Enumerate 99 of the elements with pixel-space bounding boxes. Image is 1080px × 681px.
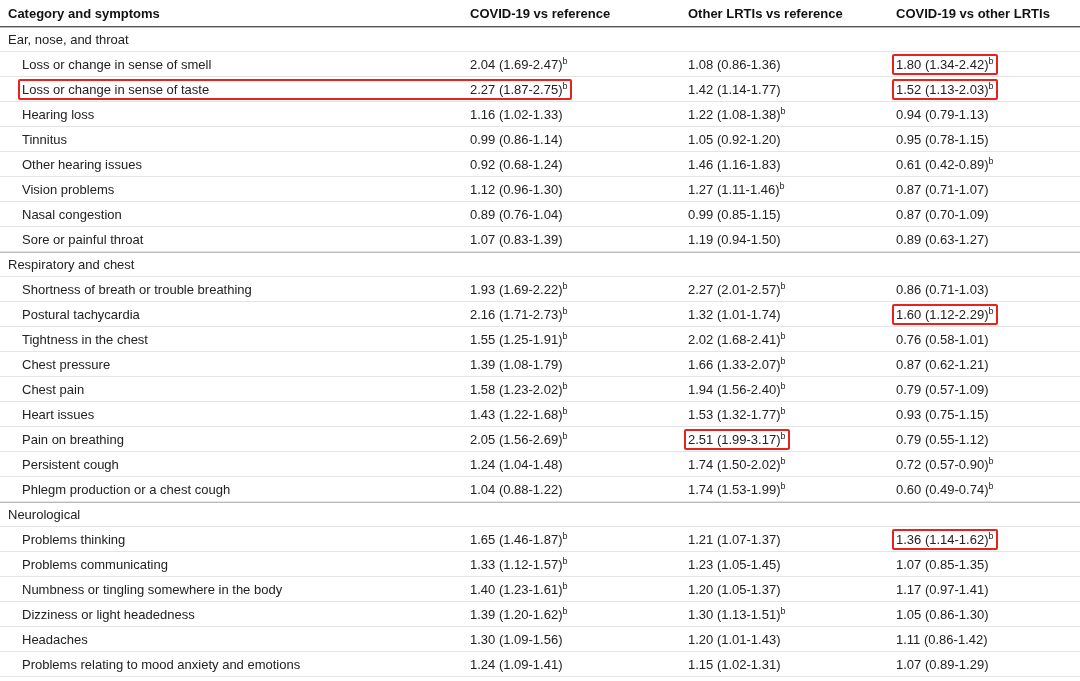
table-cell: 1.43 (1.22-1.68)$^{b}$: [470, 406, 568, 422]
category-heading: Neurological: [8, 507, 81, 522]
category-heading: Respiratory and chest: [8, 257, 135, 272]
table-cell: 0.89 (0.76-1.04): [470, 206, 563, 222]
table-cell: 0.87 (0.62-1.21): [896, 356, 989, 372]
table-cell: 1.27 (1.11-1.46)$^{b}$: [688, 181, 785, 197]
symptom-label: Numbness or tingling somewhere in the body: [22, 581, 283, 597]
symptom-label: Chest pain: [22, 381, 85, 397]
table-cell: 1.39 (1.20-1.62)$^{b}$: [470, 606, 568, 622]
table-cell: 1.80 (1.34-2.42)$^{b}$: [896, 56, 994, 72]
table-cell: 1.32 (1.01-1.74): [688, 306, 781, 322]
table-cell: 0.94 (0.79-1.13): [896, 106, 989, 122]
symptom-label: Other hearing issues: [22, 156, 142, 172]
table-cell: 1.07 (0.85-1.35): [896, 556, 989, 572]
table-cell: 1.23 (1.05-1.45): [688, 556, 781, 572]
table-cell: 0.72 (0.57-0.90)$^{b}$: [896, 456, 994, 472]
table-cell: 1.20 (1.01-1.43): [688, 631, 781, 647]
table-cell: 2.02 (1.68-2.41)$^{b}$: [688, 331, 786, 347]
symptom-label: Tightness in the chest: [22, 331, 148, 347]
table-cell: 1.24 (1.09-1.41): [470, 656, 563, 672]
table-cell: 2.04 (1.69-2.47)$^{b}$: [470, 56, 568, 72]
table-cell: 1.04 (0.88-1.22): [470, 481, 563, 497]
table-cell: 1.19 (0.94-1.50): [688, 231, 781, 247]
column-header: COVID-19 vs reference: [470, 5, 611, 21]
table-cell: 1.22 (1.08-1.38)$^{b}$: [688, 106, 786, 122]
symptom-label: Heart issues: [22, 406, 95, 422]
symptom-label: Vision problems: [22, 181, 115, 197]
table-cell: 1.16 (1.02-1.33): [470, 106, 563, 122]
symptom-label: Loss or change in sense of smell: [22, 56, 212, 72]
table-cell: 1.05 (0.92-1.20): [688, 131, 781, 147]
table-cell: 0.76 (0.58-1.01): [896, 331, 989, 347]
table-cell: 1.12 (0.96-1.30): [470, 181, 563, 197]
table-cell: 0.61 (0.42-0.89)$^{b}$: [896, 156, 994, 172]
table-cell: 1.33 (1.12-1.57)$^{b}$: [470, 556, 568, 572]
table-cell: 0.93 (0.75-1.15): [896, 406, 989, 422]
column-header: Category and symptoms: [8, 5, 160, 21]
table-cell: 1.11 (0.86-1.42): [896, 631, 988, 647]
symptom-label: Sore or painful throat: [22, 231, 144, 247]
symptom-label: Tinnitus: [22, 131, 68, 147]
table-cell: 1.08 (0.86-1.36): [688, 56, 781, 72]
table-cell: 0.99 (0.85-1.15): [688, 206, 781, 222]
table-cell: 0.60 (0.49-0.74)$^{b}$: [896, 481, 994, 497]
table-cell: 1.65 (1.46-1.87)$^{b}$: [470, 531, 568, 547]
symptom-label: Problems communicating: [22, 556, 168, 572]
table-cell: 1.07 (0.89-1.29): [896, 656, 989, 672]
symptom-label: Problems relating to mood anxiety and emotions: [22, 656, 301, 672]
symptom-label: Problems thinking: [22, 531, 126, 547]
table-cell: 1.20 (1.05-1.37): [688, 581, 781, 597]
table-cell: 0.92 (0.68-1.24): [470, 156, 563, 172]
symptom-label: Loss or change in sense of taste: [22, 81, 210, 97]
table-cell: 0.79 (0.57-1.09): [896, 381, 989, 397]
table-cell: 1.30 (1.13-1.51)$^{b}$: [688, 606, 786, 622]
table-cell: 1.93 (1.69-2.22)$^{b}$: [470, 281, 568, 297]
table-cell: 0.79 (0.55-1.12): [896, 431, 989, 447]
table-cell: 1.15 (1.02-1.31): [688, 656, 781, 672]
table-cell: 2.27 (1.87-2.75)$^{b}$: [470, 81, 568, 97]
table-cell: 1.42 (1.14-1.77): [688, 81, 781, 97]
symptom-label: Shortness of breath or trouble breathing: [22, 281, 252, 297]
table-cell: 1.55 (1.25-1.91)$^{b}$: [470, 331, 568, 347]
table-cell: 1.60 (1.12-2.29)$^{b}$: [896, 306, 994, 322]
symptom-label: Phlegm production or a chest cough: [22, 481, 231, 497]
table-cell: 1.52 (1.13-2.03)$^{b}$: [896, 81, 994, 97]
symptom-label: Pain on breathing: [22, 431, 124, 447]
table-cell: 2.27 (2.01-2.57)$^{b}$: [688, 281, 786, 297]
table-cell: 1.05 (0.86-1.30): [896, 606, 989, 622]
table-cell: 1.21 (1.07-1.37): [688, 531, 781, 547]
symptom-label: Hearing loss: [22, 106, 95, 122]
table-cell: 0.95 (0.78-1.15): [896, 131, 989, 147]
table-cell: 1.74 (1.53-1.99)$^{b}$: [688, 481, 786, 497]
table-cell: 1.74 (1.50-2.02)$^{b}$: [688, 456, 786, 472]
table-cell: 2.05 (1.56-2.69)$^{b}$: [470, 431, 568, 447]
table-cell: 1.39 (1.08-1.79): [470, 356, 563, 372]
symptom-label: Postural tachycardia: [22, 306, 140, 322]
symptom-label: Persistent cough: [22, 456, 119, 472]
table-cell: 2.16 (1.71-2.73)$^{b}$: [470, 306, 568, 322]
table-cell: 1.46 (1.16-1.83): [688, 156, 781, 172]
symptom-label: Chest pressure: [22, 356, 111, 372]
table-cell: 0.87 (0.71-1.07): [896, 181, 989, 197]
table-cell: 0.86 (0.71-1.03): [896, 281, 989, 297]
symptom-label: Headaches: [22, 631, 88, 647]
table-cell: 0.99 (0.86-1.14): [470, 131, 563, 147]
table-cell: 1.17 (0.97-1.41): [896, 581, 989, 597]
table-cell: 1.30 (1.09-1.56): [470, 631, 563, 647]
column-header: COVID-19 vs other LRTIs: [896, 5, 1050, 21]
table-cell: 1.53 (1.32-1.77)$^{b}$: [688, 406, 786, 422]
table-cell: 1.24 (1.04-1.48): [470, 456, 563, 472]
category-heading: Ear, nose, and throat: [8, 32, 129, 47]
symptom-label: Dizziness or light headedness: [22, 606, 195, 622]
table-cell: 1.66 (1.33-2.07)$^{b}$: [688, 356, 786, 372]
table-cell: 1.58 (1.23-2.02)$^{b}$: [470, 381, 568, 397]
column-header: Other LRTIs vs reference: [688, 5, 843, 21]
table-cell: 1.40 (1.23-1.61)$^{b}$: [470, 581, 568, 597]
table-cell: 1.36 (1.14-1.62)$^{b}$: [896, 531, 994, 547]
table-cell: 0.87 (0.70-1.09): [896, 206, 989, 222]
symptom-label: Nasal congestion: [22, 206, 122, 222]
table-cell: 2.51 (1.99-3.17)$^{b}$: [688, 431, 786, 447]
table-cell: 1.94 (1.56-2.40)$^{b}$: [688, 381, 786, 397]
table-cell: 1.07 (0.83-1.39): [470, 231, 563, 247]
table-cell: 0.89 (0.63-1.27): [896, 231, 989, 247]
